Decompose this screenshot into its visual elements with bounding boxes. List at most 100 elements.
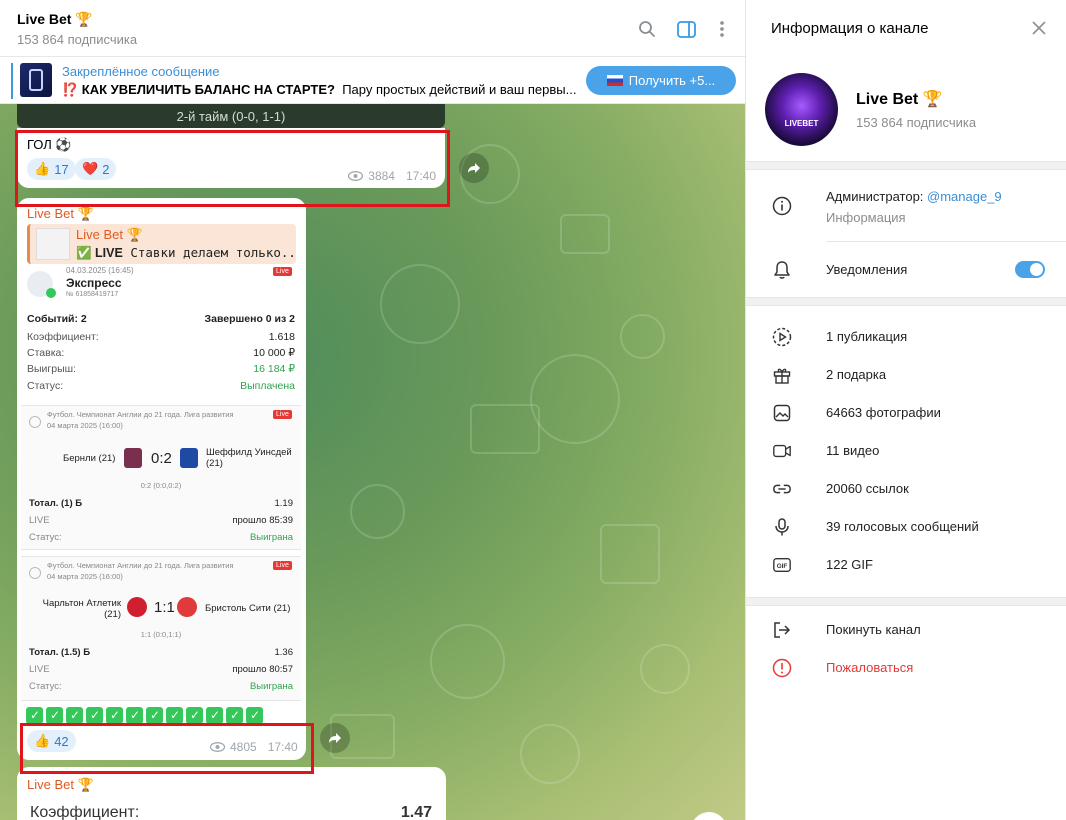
admin-link[interactable]: @manage_9 <box>927 189 1002 204</box>
check-mark-icon: ✓ <box>146 707 163 724</box>
share-button[interactable] <box>320 723 350 753</box>
home-crest-icon <box>124 448 142 468</box>
stat-label: 1 публикация <box>826 329 908 344</box>
check-mark-row: ✓ ✓ ✓ ✓ ✓ ✓ ✓ ✓ ✓ ✓ ✓ ✓ <box>26 706 266 724</box>
share-arrow-icon <box>468 163 480 173</box>
away-crest-icon <box>180 448 198 468</box>
message-author[interactable]: Live Bet 🏆 <box>27 777 94 793</box>
stat-label: 20060 ссылок <box>826 481 909 496</box>
bet-odds: 1.19 <box>274 498 294 509</box>
live-badge: Live <box>273 267 292 276</box>
match-date: 04 марта 2025 (16:00) <box>47 572 123 581</box>
message-goal[interactable]: ГОЛ ⚽ 👍 17 ❤️ 2 3884 17:40 <box>17 128 445 188</box>
channel-avatar[interactable]: LIVEBET <box>765 73 838 146</box>
check-mark-icon: ✓ <box>86 707 103 724</box>
section-divider <box>746 597 1066 606</box>
reaction-like[interactable]: 👍 42 <box>27 730 76 752</box>
check-badge-icon <box>46 288 56 298</box>
search-icon[interactable] <box>636 18 658 40</box>
football-icon <box>29 416 41 428</box>
chat-title[interactable]: Live Bet 🏆 <box>17 11 93 28</box>
notifications-label: Уведомления <box>826 262 908 277</box>
chat-area: Live Bet 🏆 153 864 подписчика Закреплённ… <box>0 0 745 820</box>
report-row[interactable]: Пожаловаться <box>746 649 1066 687</box>
stat-row[interactable]: 39 голосовых сообщений <box>746 508 1066 546</box>
bet-ticket-image[interactable]: 04.03.2025 (16:45) Экспресс № 6185841971… <box>19 265 303 705</box>
reply-thumbnail <box>36 228 70 260</box>
message-header-strip: 2-й тайм (0-0, 1-1) <box>17 104 445 128</box>
pinned-action-button[interactable]: Получить +5... <box>586 66 736 95</box>
ticket-summary: Событий: 2 Завершено 0 из 2 <box>27 313 295 325</box>
stat-label: 122 GIF <box>826 557 873 572</box>
row-value: 16 184 ₽ <box>253 363 295 375</box>
share-button[interactable] <box>459 153 489 183</box>
row-value: 1.618 <box>268 331 295 343</box>
pinned-label: Закреплённое сообщение <box>62 64 220 79</box>
check-mark-icon: ✓ <box>26 707 43 724</box>
reaction-count: 17 <box>54 161 69 177</box>
stat-row[interactable]: 11 видео <box>746 432 1066 470</box>
chat-header[interactable]: Live Bet 🏆 153 864 подписчика <box>0 0 745 57</box>
notifications-toggle[interactable] <box>1015 261 1045 278</box>
reaction-count: 42 <box>54 733 69 749</box>
match-detail: 0:2 (0:0,0:2) <box>140 481 182 490</box>
message-meta: 3884 17:40 <box>348 169 436 183</box>
match-time: прошло 80:57 <box>232 664 293 675</box>
row-label: Ставка: <box>27 347 65 359</box>
close-icon[interactable] <box>1031 20 1047 36</box>
stat-row[interactable]: 20060 ссылок <box>746 470 1066 508</box>
stat-label: 11 видео <box>826 443 880 458</box>
leave-channel-row[interactable]: Покинуть канал <box>746 611 1066 649</box>
pinned-thumbnail <box>20 63 52 97</box>
message-time: 17:40 <box>267 740 298 754</box>
stat-row[interactable]: 1 публикация <box>746 318 1066 356</box>
stat-row[interactable]: GIF 122 GIF <box>746 546 1066 584</box>
match-status-row: Статус: Выиграна <box>29 532 293 543</box>
check-mark-icon: ✓ <box>66 707 83 724</box>
status-label: Статус: <box>29 681 62 692</box>
stat-row[interactable]: 64663 фотографии <box>746 394 1066 432</box>
row-label: Коэффициент: <box>27 331 99 343</box>
thumbs-up-icon: 👍 <box>34 733 51 748</box>
telegram-window: Live Bet 🏆 153 864 подписчика Закреплённ… <box>0 0 1066 820</box>
stat-row[interactable]: 2 подарка <box>746 356 1066 394</box>
bet-type: Тотал. (1) Б <box>29 498 83 509</box>
coefficient-value: 1.47 <box>400 804 432 820</box>
panel-title: Информация о канале <box>771 20 929 37</box>
admin-info-row[interactable]: Администратор: @manage_9 Информация <box>746 186 1066 234</box>
match-status: Выиграна <box>249 532 293 543</box>
pinned-text-bold: ⁉️ КАК УВЕЛИЧИТЬ БАЛАНС НА СТАРТЕ? <box>62 82 335 97</box>
check-mark-icon: ✓ <box>206 707 223 724</box>
more-menu-icon[interactable] <box>711 18 733 40</box>
check-mark-icon: ✓ <box>126 707 143 724</box>
reaction-heart[interactable]: ❤️ 2 <box>75 158 117 180</box>
channel-subscribers: 153 864 подписчика <box>856 115 977 130</box>
bet-mode: LIVE <box>29 664 50 675</box>
reaction-like[interactable]: 👍 17 <box>27 158 76 180</box>
heart-icon: ❤️ <box>82 161 99 176</box>
reply-quote[interactable]: Live Bet 🏆 ✅ LIVE Ставки делаем только..… <box>27 224 296 264</box>
stat-label: 64663 фотографии <box>826 405 941 420</box>
match-card: Футбол. Чемпионат Англии до 21 года. Лиг… <box>21 556 301 701</box>
publication-icon <box>772 327 792 347</box>
reply-text-bold: ✅ LIVE <box>76 246 123 260</box>
football-icon <box>29 567 41 579</box>
video-icon <box>772 441 792 461</box>
channel-info-panel: Информация о канале LIVEBET Live Bet 🏆 1… <box>745 0 1066 820</box>
sidebar-toggle-icon[interactable] <box>675 18 697 40</box>
message-author[interactable]: Live Bet 🏆 <box>27 206 94 222</box>
ticket-type: Экспресс <box>66 276 122 290</box>
share-arrow-icon <box>329 733 341 743</box>
admin-line: Администратор: @manage_9 <box>826 189 1002 204</box>
message-next[interactable]: Live Bet 🏆 Коэффициент: 1.47 <box>17 767 446 820</box>
reply-author: Live Bet 🏆 <box>76 227 143 242</box>
match-league: Футбол. Чемпионат Англии до 21 года. Лиг… <box>47 410 234 419</box>
check-mark-icon: ✓ <box>186 707 203 724</box>
bet-type: Тотал. (1.5) Б <box>29 647 91 658</box>
ticket-row: Статус: Выплачена <box>27 380 295 392</box>
info-label: Информация <box>826 210 906 225</box>
ticket-row: Коэффициент: 1.618 <box>27 331 295 343</box>
photo-icon <box>772 403 792 423</box>
match-status: Выиграна <box>249 681 293 692</box>
microphone-icon <box>772 517 792 537</box>
